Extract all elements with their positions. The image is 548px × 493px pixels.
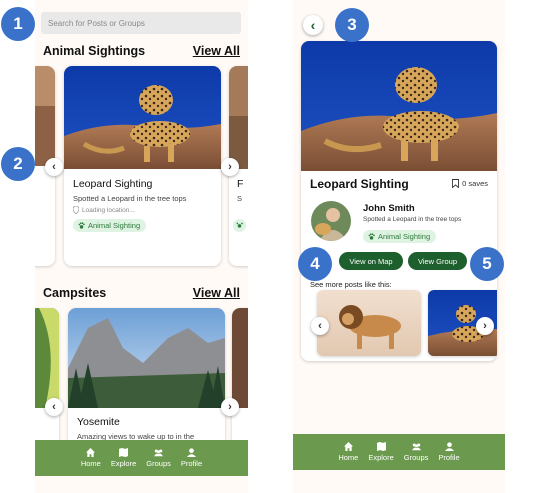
callout-marker-5: 5 <box>470 247 504 281</box>
paw-icon <box>236 222 243 228</box>
nav-label-profile: Profile <box>438 453 460 462</box>
post-tag: Animal Sighting <box>363 230 437 243</box>
campsite-peek-card-left[interactable] <box>35 308 59 448</box>
bottom-nav-bar: Home Explore Groups Profile <box>35 440 248 476</box>
home-icon <box>343 442 353 451</box>
view-on-map-button[interactable]: View on Map <box>339 252 403 270</box>
campsite-peek-card-right[interactable] <box>232 308 248 448</box>
map-icon <box>119 448 129 457</box>
view-all-animal-sightings-link[interactable]: View All <box>193 44 240 58</box>
campsite-peek-photo-right <box>232 308 248 408</box>
nav-label-groups: Groups <box>403 453 429 462</box>
post-description: Spotted a Leopard in the tree tops <box>363 216 462 223</box>
paw-icon <box>368 233 375 240</box>
chevron-right-icon: › <box>228 161 232 173</box>
animal-sighting-card[interactable]: Leopard Sighting Spotted a Leopard in th… <box>64 66 221 266</box>
nav-label-explore: Explore <box>110 459 137 468</box>
peek-card-description: S <box>237 194 243 203</box>
home-icon <box>86 448 96 457</box>
campsite-next-button[interactable]: › <box>221 398 239 416</box>
leopard-photo <box>64 66 221 169</box>
campsite-prev-button[interactable]: ‹ <box>45 398 63 416</box>
search-input[interactable] <box>41 12 241 34</box>
callout-marker-4: 4 <box>298 247 332 281</box>
card-location: Loading location... <box>73 206 135 214</box>
nav-home[interactable]: Home <box>81 448 101 468</box>
peek-card-photo-right <box>229 66 248 169</box>
nav-label-home: Home <box>80 459 101 468</box>
profile-icon <box>187 448 197 457</box>
peek-card-photo <box>35 66 55 166</box>
post-tag-label: Animal Sighting <box>378 232 431 241</box>
card-description: Spotted a Leopard in the tree tops <box>73 194 187 203</box>
chevron-left-icon: ‹ <box>52 401 56 413</box>
nav-profile[interactable]: Profile <box>438 442 460 462</box>
nav-explore[interactable]: Explore <box>111 448 136 468</box>
callout-marker-3: 3 <box>335 8 369 42</box>
profile-icon <box>444 442 454 451</box>
chevron-left-icon: ‹ <box>52 161 56 173</box>
nav-label-groups: Groups <box>146 459 171 468</box>
groups-icon <box>154 449 164 457</box>
post-detail-screen: ‹ Leopard Sighting 0 saves John Smith Sp… <box>293 0 505 493</box>
campsite-peek-photo <box>35 308 59 408</box>
callout-marker-1: 1 <box>1 7 35 41</box>
saves-count: 0 saves <box>462 179 488 188</box>
map-icon <box>376 442 386 451</box>
back-button[interactable]: ‹ <box>303 15 323 35</box>
nav-label-explore: Explore <box>368 453 394 462</box>
yosemite-photo <box>68 308 225 408</box>
carousel-prev-button[interactable]: ‹ <box>45 158 63 176</box>
paw-icon <box>78 222 85 229</box>
section-title-animal-sightings: Animal Sightings <box>43 44 146 58</box>
peek-card-tag <box>233 219 246 232</box>
location-text: Loading location... <box>82 206 135 214</box>
author-name: John Smith <box>363 203 415 214</box>
post-title: Leopard Sighting <box>310 177 409 191</box>
chevron-right-icon: › <box>228 401 232 413</box>
location-pin-icon <box>73 206 79 214</box>
related-post-card[interactable] <box>317 290 421 356</box>
nav-label-home: Home <box>338 453 359 462</box>
bottom-nav-bar-detail: Home Explore Groups Profile <box>293 434 505 470</box>
related-next-button[interactable]: › <box>476 317 494 335</box>
nav-profile[interactable]: Profile <box>181 448 202 468</box>
nav-groups[interactable]: Groups <box>146 448 171 468</box>
lion-photo <box>317 290 421 356</box>
related-prev-button[interactable]: ‹ <box>311 317 329 335</box>
nav-label-profile: Profile <box>180 459 203 468</box>
nav-groups[interactable]: Groups <box>403 442 429 462</box>
avatar[interactable] <box>311 201 351 241</box>
chevron-left-icon: ‹ <box>318 320 322 332</box>
bookmark-icon <box>452 179 460 188</box>
carousel-next-button[interactable]: › <box>221 158 239 176</box>
save-button[interactable]: 0 saves <box>452 179 488 188</box>
view-group-button[interactable]: View Group <box>408 252 467 270</box>
see-more-label: See more posts like this: <box>310 280 392 289</box>
callout-marker-2: 2 <box>1 147 35 181</box>
animal-sighting-tag: Animal Sighting <box>73 219 147 232</box>
chevron-left-icon: ‹ <box>310 17 316 33</box>
chevron-right-icon: › <box>483 320 487 332</box>
section-title-campsites: Campsites <box>43 286 107 300</box>
home-screen: Animal Sightings View All Leopard Sighti… <box>35 0 248 493</box>
post-detail-card: Leopard Sighting 0 saves John Smith Spot… <box>301 41 497 361</box>
groups-icon <box>411 443 421 451</box>
card-title: Leopard Sighting <box>73 178 153 190</box>
nav-explore[interactable]: Explore <box>368 442 394 462</box>
campsite-card[interactable]: Yosemite Amazing views to wake up to in … <box>68 308 225 448</box>
tag-label: Animal Sighting <box>88 221 141 230</box>
nav-home[interactable]: Home <box>338 442 358 462</box>
campsite-title: Yosemite <box>77 416 120 428</box>
peek-card-title: F <box>237 178 244 190</box>
view-all-campsites-link[interactable]: View All <box>193 286 240 300</box>
leopard-detail-photo <box>301 41 497 171</box>
